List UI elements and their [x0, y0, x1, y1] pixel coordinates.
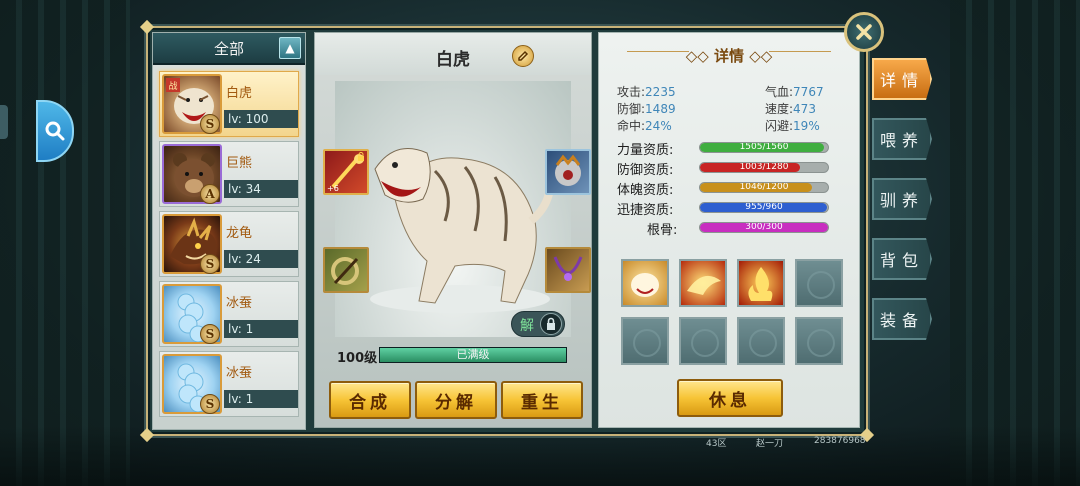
aptitude-label: 力量资质:	[617, 143, 674, 158]
weapon-equip-slot[interactable]: +6	[323, 149, 369, 195]
tiger-skill-icon	[631, 273, 659, 297]
edge-tab[interactable]	[0, 105, 8, 139]
tab-equipment[interactable]: 装备	[872, 298, 932, 340]
aptitude-value: 1505/1560	[739, 142, 789, 152]
rank-badge: A	[200, 184, 220, 204]
server-label: 43区	[706, 439, 727, 449]
aptitude-bar: 955/960	[699, 202, 829, 213]
stat-speed: 速度:473	[765, 102, 816, 116]
level-label: 100级	[337, 351, 378, 366]
equip-bonus: +6	[327, 184, 339, 193]
helmet-icon	[555, 154, 581, 186]
stat-dodge: 闪避:19%	[765, 119, 820, 133]
stat-defense: 防御:1489	[617, 102, 676, 116]
aptitude-bar: 1505/1560	[699, 142, 829, 153]
background-left-pillar	[0, 0, 130, 486]
pet-level: lv: 100	[224, 110, 298, 128]
battle-tag: 战	[166, 78, 180, 92]
empty-skill-slot[interactable]	[795, 317, 843, 365]
level-progress-bar: 已满级	[379, 347, 567, 363]
tab-bag[interactable]: 背包	[872, 238, 932, 280]
fire-bird-skill-icon	[687, 275, 721, 295]
pet-list-item[interactable]: S 冰蚕 lv: 1	[159, 351, 299, 417]
pet-name: 冰蚕	[226, 366, 253, 381]
empty-skill-slot[interactable]	[795, 259, 843, 307]
rebirth-button[interactable]: 重生	[501, 381, 583, 419]
pet-list-item[interactable]: S 龙龟 lv: 24	[159, 211, 299, 277]
aptitude-value: 1046/1200	[739, 182, 789, 192]
close-icon	[856, 24, 872, 40]
pet-display-panel: 白虎 +6 解 100级 已满级 合成 分解 重生	[314, 32, 592, 428]
tab-details[interactable]: 详情	[872, 58, 932, 100]
detail-title: ◇◇ 详情 ◇◇	[685, 47, 773, 65]
stat-hit: 命中:24%	[617, 119, 672, 133]
aptitude-value: 1003/1280	[739, 162, 789, 172]
rank-badge: S	[200, 394, 220, 414]
helmet-equip-slot[interactable]	[545, 149, 591, 195]
aptitude-label: 体魄资质:	[617, 183, 674, 198]
aptitude-bar: 1003/1280	[699, 162, 829, 173]
pet-level: lv: 1	[224, 320, 298, 338]
pet-list-item[interactable]: 战 S 白虎 lv: 100	[159, 71, 299, 137]
bracer-equip-slot[interactable]	[323, 247, 369, 293]
rank-badge: S	[200, 114, 220, 134]
search-icon	[45, 121, 65, 141]
empty-skill-slot[interactable]	[679, 317, 727, 365]
rest-button[interactable]: 休息	[677, 379, 783, 417]
empty-skill-slot[interactable]	[737, 317, 785, 365]
background-right-pillar	[950, 0, 1080, 486]
aptitude-label: 迅捷资质:	[617, 203, 674, 218]
pet-name: 龙龟	[226, 226, 253, 241]
pet-name: 巨熊	[226, 156, 253, 171]
pet-list-item[interactable]: S 冰蚕 lv: 1	[159, 281, 299, 347]
bracer-icon	[331, 257, 359, 285]
padlock-icon	[540, 313, 562, 335]
lock-icon	[358, 152, 364, 161]
decompose-button[interactable]: 分解	[415, 381, 497, 419]
rank-badge: S	[200, 254, 220, 274]
close-button[interactable]	[844, 12, 884, 52]
aptitude-value: 300/300	[745, 222, 783, 232]
pet-level: lv: 34	[224, 180, 298, 198]
detail-title-text: 详情	[713, 47, 744, 65]
pet-list-panel: 全部 ▲ 战 S 白虎 lv: 100 A 巨熊 lv: 34 S 龙龟 lv:…	[152, 32, 306, 430]
pet-detail-panel: ◇◇ 详情 ◇◇ 攻击:2235 气血:7767 防御:1489 速度:473 …	[598, 32, 860, 428]
pet-name: 白虎	[226, 86, 253, 101]
aptitude-bar: 300/300	[699, 222, 829, 233]
pet-title: 白虎	[436, 50, 470, 70]
stat-attack: 攻击:2235	[617, 85, 676, 99]
necklace-equip-slot[interactable]	[545, 247, 591, 293]
rename-button[interactable]	[512, 45, 534, 67]
level-status: 已满级	[456, 348, 490, 361]
player-id: 283876968	[814, 436, 866, 446]
skill-slot[interactable]	[679, 259, 727, 307]
necklace-icon	[553, 256, 583, 281]
list-filter-label: 全部	[213, 39, 244, 58]
aptitude-label: 防御资质:	[617, 163, 674, 178]
rank-badge: S	[200, 324, 220, 344]
pet-level: lv: 1	[224, 390, 298, 408]
pet-title-bar: 白虎	[315, 33, 591, 75]
chevron-up-icon[interactable]: ▲	[279, 37, 301, 59]
pet-name: 冰蚕	[226, 296, 253, 311]
unlock-toggle[interactable]: 解	[511, 311, 565, 337]
pet-list-item[interactable]: A 巨熊 lv: 34	[159, 141, 299, 207]
player-name: 赵一刀	[756, 439, 784, 449]
pencil-icon	[518, 50, 529, 61]
aptitude-bar: 1046/1200	[699, 182, 829, 193]
pet-model[interactable]	[335, 81, 571, 337]
skill-slot[interactable]	[621, 259, 669, 307]
aptitude-label: 根骨:	[647, 223, 678, 238]
flame-skill-icon	[748, 267, 773, 301]
stat-hp: 气血:7767	[765, 85, 824, 99]
synthesize-button[interactable]: 合成	[329, 381, 411, 419]
aptitude-value: 955/960	[745, 202, 783, 212]
tab-tame[interactable]: 驯养	[872, 178, 932, 220]
skill-slot[interactable]	[737, 259, 785, 307]
list-filter-header[interactable]: 全部 ▲	[153, 33, 305, 65]
pet-level: lv: 24	[224, 250, 298, 268]
empty-skill-slot[interactable]	[621, 317, 669, 365]
tab-feed[interactable]: 喂养	[872, 118, 932, 160]
unlock-label: 解	[520, 318, 534, 334]
